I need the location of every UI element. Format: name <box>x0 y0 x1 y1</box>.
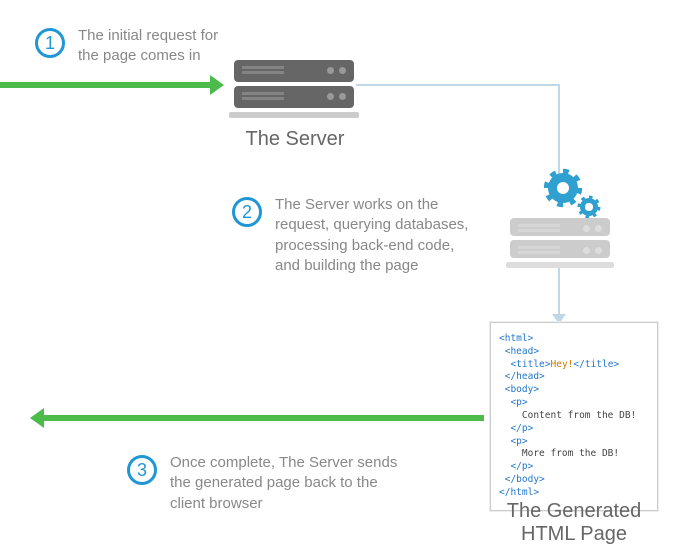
arrow-request-in <box>0 82 210 88</box>
flow-line-v2 <box>558 268 560 314</box>
page-title-text: Hey! <box>551 359 574 370</box>
generated-caption: The Generated HTML Page <box>490 500 658 546</box>
step-2-badge: 2 <box>232 197 262 227</box>
step-3-text: Once complete, The Server sends the gene… <box>170 453 420 514</box>
step-2-num: 2 <box>242 202 252 223</box>
gear-icon-large <box>548 173 578 203</box>
step-1-num: 1 <box>45 33 55 54</box>
page-p1: Content from the DB! <box>522 410 636 421</box>
generated-html-box: <html> <head> <title>Hey!</title> </head… <box>490 322 658 511</box>
step-1-text: The initial request for the page comes i… <box>78 26 248 67</box>
step-3-badge: 3 <box>127 455 157 485</box>
step-3-num: 3 <box>137 460 147 481</box>
server-caption: The Server <box>232 128 358 151</box>
step-2-text: The Server works on the request, queryin… <box>275 195 485 276</box>
arrow-response-out <box>44 415 484 421</box>
server-icon <box>234 60 354 118</box>
step-1-badge: 1 <box>35 28 65 58</box>
gear-icon-small <box>580 198 598 216</box>
flow-line-h1 <box>356 84 559 86</box>
processing-server-icon <box>510 218 610 268</box>
page-p2: More from the DB! <box>522 448 619 459</box>
